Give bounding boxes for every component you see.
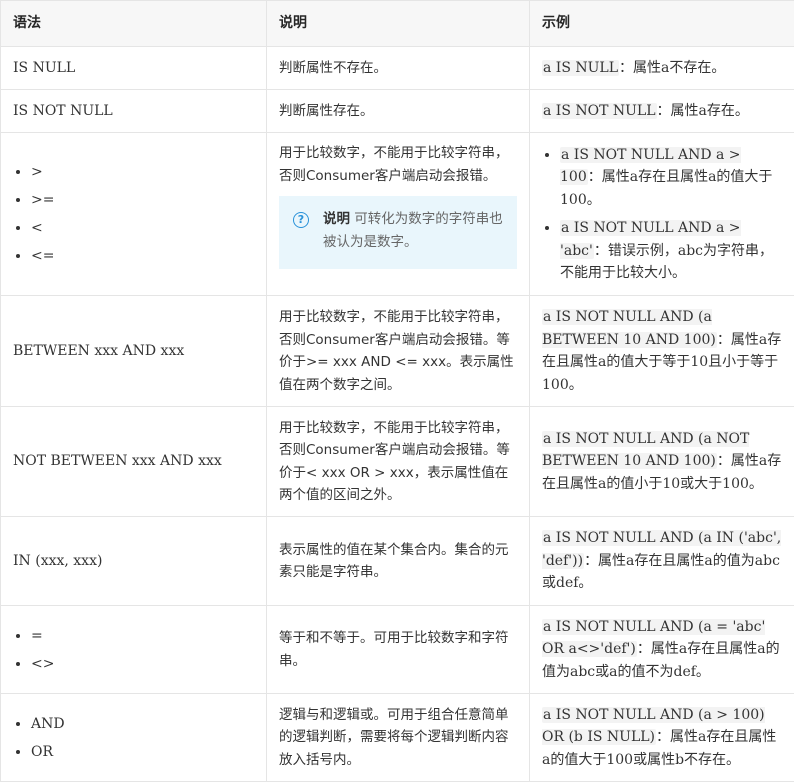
- example-text: ：属性a存在。: [656, 102, 749, 119]
- list-item: AND: [16, 710, 254, 738]
- example-list: a IS NOT NULL AND a > 100：属性a存在且属性a的值大于1…: [542, 144, 782, 285]
- description-cell: 等于和不等于。可用于比较数字和字符串。: [266, 605, 530, 694]
- syntax-list: > >= < <=: [13, 158, 254, 270]
- header-example: 示例: [529, 0, 794, 47]
- syntax-cell: = <>: [0, 605, 267, 694]
- list-item: >=: [16, 186, 254, 214]
- description-cell: 表示属性的值在某个集合内。集合的元素只能是字符串。: [266, 516, 530, 606]
- description-cell: 用于比较数字，不能用于比较字符串，否则Consumer客户端启动会报错。等价于<…: [266, 406, 530, 517]
- list-item: a IS NOT NULL AND a > 100：属性a存在且属性a的值大于1…: [545, 144, 782, 212]
- syntax-cell: IS NOT NULL: [0, 89, 267, 133]
- list-item: <: [16, 214, 254, 242]
- list-item: =: [16, 622, 254, 650]
- example-code: a IS NOT NULL: [542, 102, 657, 119]
- header-syntax: 语法: [0, 0, 267, 47]
- table-row: IS NULL 判断属性不存在。 a IS NULL：属性a不存在。: [0, 46, 794, 90]
- table-row: AND OR 逻辑与和逻辑或。可用于组合任意简单的逻辑判断，需要将每个逻辑判断内…: [0, 693, 794, 782]
- syntax-cell: BETWEEN xxx AND xxx: [0, 295, 267, 407]
- description-text: 用于比较数字，不能用于比较字符串，否则Consumer客户端启动会报错。: [279, 145, 509, 184]
- table-row: > >= < <= 用于比较数字，不能用于比较字符串，否则Consumer客户端…: [0, 132, 794, 296]
- note-title: 说明: [323, 211, 350, 227]
- note-box: ? 说明 可转化为数字的字符串也被认为是数字。: [279, 196, 517, 269]
- table-row: = <> 等于和不等于。可用于比较数字和字符串。 a IS NOT NULL A…: [0, 605, 794, 694]
- syntax-cell: AND OR: [0, 693, 267, 782]
- note-body: 可转化为数字的字符串也被认为是数字。: [323, 211, 503, 250]
- example-cell: a IS NOT NULL AND (a = 'abc' OR a<>'def'…: [529, 605, 794, 694]
- list-item: OR: [16, 738, 254, 766]
- example-cell: a IS NOT NULL AND (a NOT BETWEEN 10 AND …: [529, 406, 794, 517]
- example-cell: a IS NOT NULL AND a > 100：属性a存在且属性a的值大于1…: [529, 132, 794, 296]
- syntax-list: = <>: [13, 622, 254, 678]
- table-row: IS NOT NULL 判断属性存在。 a IS NOT NULL：属性a存在。: [0, 89, 794, 133]
- syntax-cell: NOT BETWEEN xxx AND xxx: [0, 406, 267, 517]
- syntax-list: AND OR: [13, 710, 254, 766]
- description-cell: 判断属性不存在。: [266, 46, 530, 90]
- table-row: NOT BETWEEN xxx AND xxx 用于比较数字，不能用于比较字符串…: [0, 406, 794, 517]
- example-cell: a IS NOT NULL AND (a IN ('abc', 'def'))：…: [529, 516, 794, 606]
- example-cell: a IS NOT NULL AND (a BETWEEN 10 AND 100)…: [529, 295, 794, 407]
- example-cell: a IS NOT NULL：属性a存在。: [529, 89, 794, 133]
- example-cell: a IS NULL：属性a不存在。: [529, 46, 794, 90]
- header-description: 说明: [266, 0, 530, 47]
- example-code: a IS NOT NULL AND (a BETWEEN 10 AND 100): [542, 309, 717, 348]
- list-item: >: [16, 158, 254, 186]
- description-cell: 逻辑与和逻辑或。可用于组合任意简单的逻辑判断，需要将每个逻辑判断内容放入括号内。: [266, 693, 530, 782]
- list-item: <>: [16, 650, 254, 678]
- table-row: BETWEEN xxx AND xxx 用于比较数字，不能用于比较字符串，否则C…: [0, 295, 794, 407]
- question-circle-icon: ?: [293, 212, 309, 228]
- table-row: IN (xxx, xxx) 表示属性的值在某个集合内。集合的元素只能是字符串。 …: [0, 516, 794, 606]
- example-cell: a IS NOT NULL AND (a > 100) OR (b IS NUL…: [529, 693, 794, 782]
- header-row: 语法 说明 示例: [0, 0, 794, 47]
- syntax-cell: IS NULL: [0, 46, 267, 90]
- syntax-cell: IN (xxx, xxx): [0, 516, 267, 606]
- example-text: ：属性a不存在。: [619, 59, 726, 76]
- syntax-cell: > >= < <=: [0, 132, 267, 296]
- example-code: a IS NULL: [542, 59, 620, 76]
- description-cell: 判断属性存在。: [266, 89, 530, 133]
- description-cell: 用于比较数字，不能用于比较字符串，否则Consumer客户端启动会报错。 ? 说…: [266, 132, 530, 296]
- syntax-table: 语法 说明 示例 IS NULL 判断属性不存在。 a IS NULL：属性a不…: [0, 0, 794, 782]
- list-item: <=: [16, 242, 254, 270]
- description-cell: 用于比较数字，不能用于比较字符串，否则Consumer客户端启动会报错。等价于>…: [266, 295, 530, 407]
- list-item: a IS NOT NULL AND a > 'abc'：错误示例，abc为字符串…: [545, 217, 782, 285]
